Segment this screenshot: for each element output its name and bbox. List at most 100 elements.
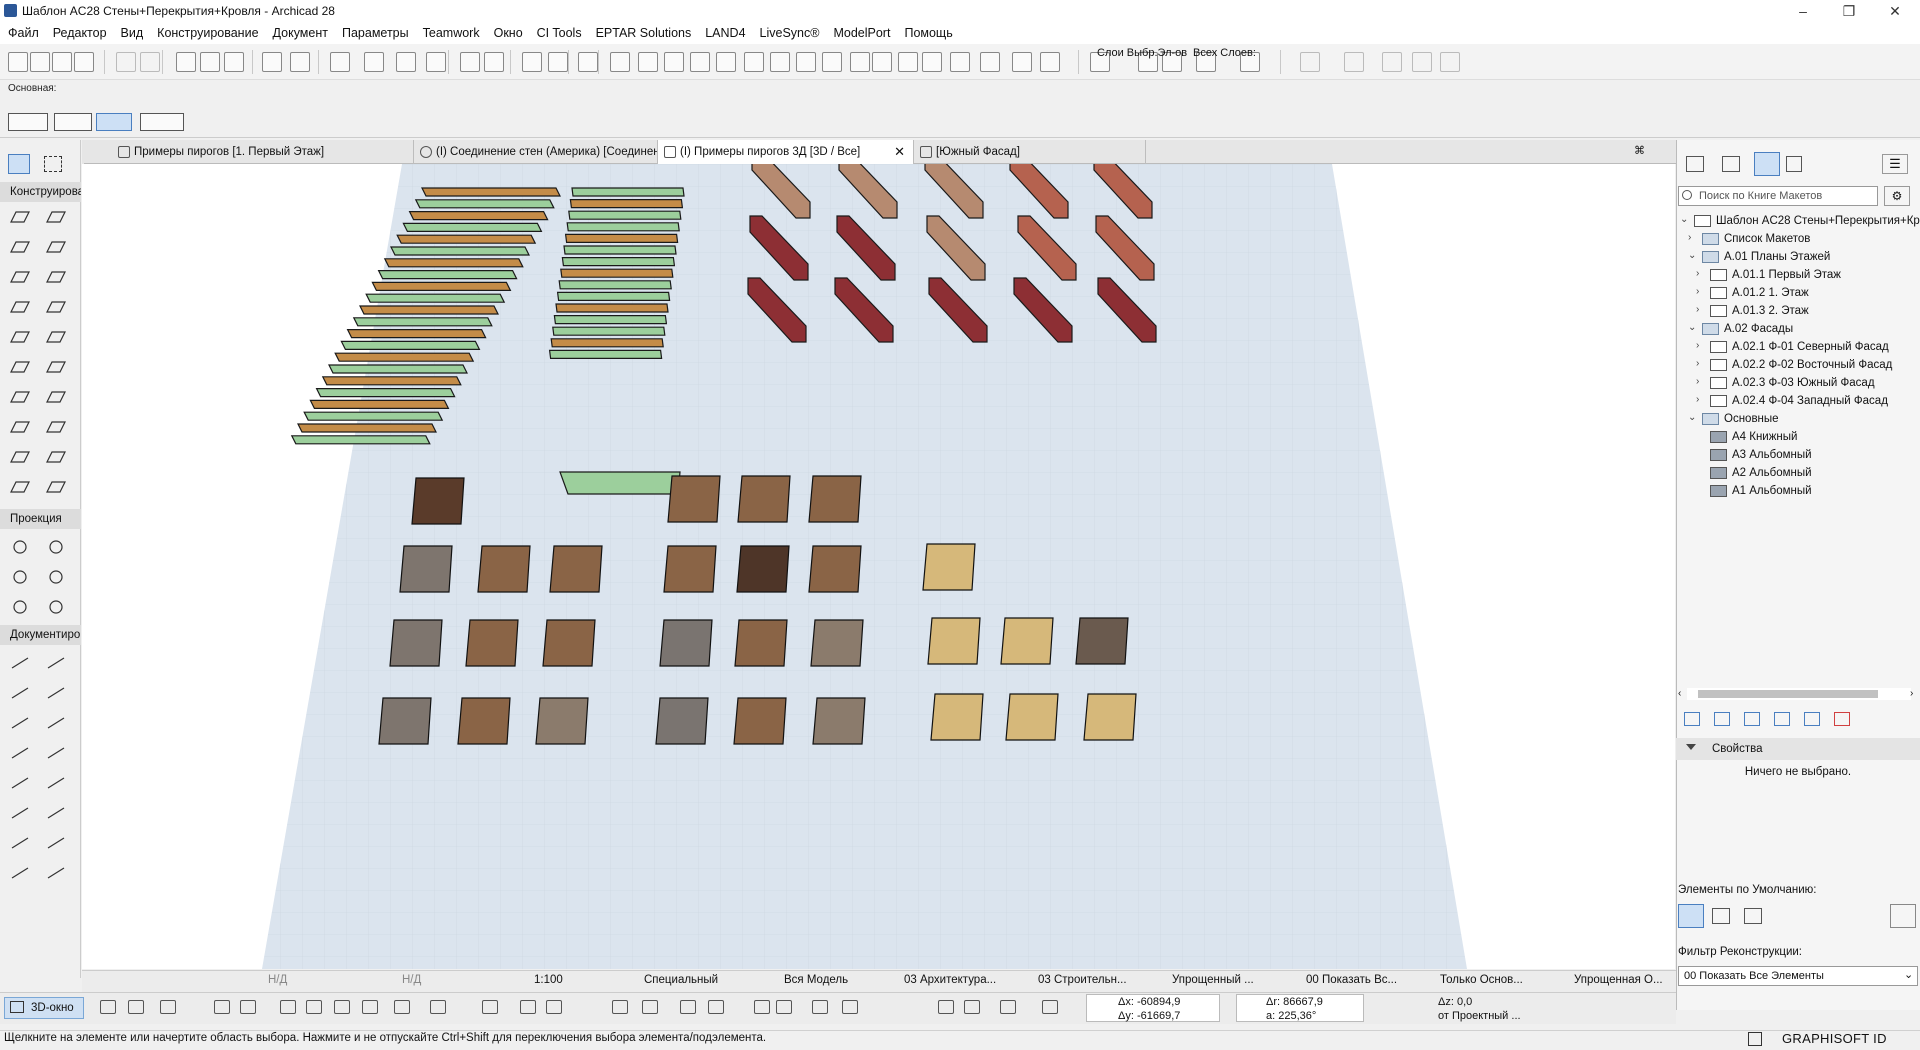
bottom-tool-button-3[interactable] xyxy=(214,1000,230,1014)
toolbar-button-16[interactable] xyxy=(484,52,504,72)
mesh-tool-icon[interactable] xyxy=(8,446,32,468)
toolbar-button-34[interactable] xyxy=(980,52,1000,72)
tree-chevron-icon[interactable]: › xyxy=(1696,376,1699,387)
navigator-menu-icon[interactable]: ☰ xyxy=(1882,154,1908,174)
slab-layer[interactable] xyxy=(564,233,679,244)
slab-layer[interactable] xyxy=(569,198,684,209)
slab-layer[interactable] xyxy=(309,399,450,409)
slab-layer[interactable] xyxy=(396,234,537,244)
project-map-icon[interactable] xyxy=(1686,156,1704,172)
texture-tile[interactable] xyxy=(927,617,981,665)
toolbar-button-7[interactable] xyxy=(200,52,220,72)
scroll-left-icon[interactable]: ‹ xyxy=(1678,688,1681,699)
window-tool-icon[interactable] xyxy=(44,266,68,288)
railing-tool-icon[interactable] xyxy=(44,356,68,378)
toolbar-button-20[interactable] xyxy=(610,52,630,72)
toolbar-button-19[interactable] xyxy=(578,52,598,72)
toolbar-button-23[interactable] xyxy=(690,52,710,72)
pen-set-selector[interactable]: 03 Архитектура... xyxy=(904,974,996,986)
library-tool-icon[interactable] xyxy=(44,476,68,498)
toolbar-button-8[interactable] xyxy=(224,52,244,72)
wall-tool-icon[interactable] xyxy=(8,206,32,228)
tab-floor-plan[interactable]: Примеры пирогов [1. Первый Этаж] xyxy=(112,140,414,164)
minimize-button[interactable]: – xyxy=(1780,0,1826,22)
marker-tool-icon[interactable] xyxy=(8,742,32,764)
menu-livesync[interactable]: LiveSync® xyxy=(753,22,827,44)
user-icon[interactable] xyxy=(1748,1032,1762,1046)
graphisoft-id-link[interactable]: GRAPHISOFT ID xyxy=(1782,1031,1887,1046)
slab-layer[interactable] xyxy=(555,303,669,313)
skylight-tool-icon[interactable] xyxy=(8,296,32,318)
texture-tile[interactable] xyxy=(1075,617,1129,665)
texture-tile[interactable] xyxy=(659,619,713,667)
toolbar-button-22[interactable] xyxy=(664,52,684,72)
slab-layer[interactable] xyxy=(377,269,518,280)
toolbar-button-12[interactable] xyxy=(364,52,384,72)
bottom-tool-button-24[interactable] xyxy=(1000,1000,1016,1014)
toolbar-button-9[interactable] xyxy=(262,52,282,72)
edit-layout-icon[interactable] xyxy=(1774,712,1790,726)
tab-south-elevation[interactable]: [Южный Фасад] xyxy=(914,140,1146,164)
core-only-selector[interactable]: Только Основ... xyxy=(1440,974,1523,986)
section-tool-icon[interactable] xyxy=(8,536,32,558)
hotspot-tool-icon[interactable] xyxy=(44,832,68,854)
slab-layer[interactable] xyxy=(371,281,512,292)
view-map-icon[interactable] xyxy=(1722,156,1740,172)
toolbar-button-26[interactable] xyxy=(770,52,790,72)
toolbar-button-10[interactable] xyxy=(290,52,310,72)
layout-search-input[interactable]: Поиск по Книге Макетов xyxy=(1678,186,1878,206)
toolbar-button-18[interactable] xyxy=(548,52,568,72)
slab-layer[interactable] xyxy=(328,364,468,374)
beam-tool-icon[interactable] xyxy=(44,236,68,258)
tree-chevron-icon[interactable]: ⌄ xyxy=(1688,250,1696,261)
slab-layer[interactable] xyxy=(553,315,668,325)
toolbar-button-31[interactable] xyxy=(898,52,918,72)
menu-options[interactable]: Параметры xyxy=(335,22,416,44)
bottom-tool-button-19[interactable] xyxy=(776,1000,792,1014)
texture-tile[interactable] xyxy=(465,619,519,667)
toolbar-button-35[interactable] xyxy=(1012,52,1032,72)
bottom-tool-button-15[interactable] xyxy=(642,1000,658,1014)
publisher-sets-icon[interactable] xyxy=(1786,156,1802,172)
3d-document-tool-icon[interactable] xyxy=(44,596,68,618)
layout-book-icon[interactable] xyxy=(1754,152,1780,176)
bottom-tool-button-22[interactable] xyxy=(938,1000,954,1014)
slab-layer[interactable] xyxy=(334,352,475,362)
roof-tool-icon[interactable] xyxy=(8,326,32,348)
angle-dimension-tool-icon[interactable] xyxy=(44,682,68,704)
marquee-tool-icon[interactable] xyxy=(44,156,62,172)
maximize-button[interactable]: ❐ xyxy=(1826,0,1872,22)
slab-layer[interactable] xyxy=(365,293,506,303)
fill-tool-icon[interactable] xyxy=(44,742,68,764)
texture-tile[interactable] xyxy=(399,545,453,593)
slab-base[interactable] xyxy=(559,471,681,495)
texture-tile[interactable] xyxy=(457,697,511,745)
gear-icon[interactable]: ⚙ xyxy=(1884,186,1910,206)
curtain-wall-tool-icon[interactable] xyxy=(8,386,32,408)
default-wall-icon[interactable] xyxy=(1678,904,1704,928)
bottom-tool-button-6[interactable] xyxy=(306,1000,322,1014)
3d-viewport[interactable] xyxy=(82,164,1675,969)
worksheet-tool-icon[interactable] xyxy=(44,566,68,588)
menu-modelport[interactable]: ModelPort xyxy=(826,22,897,44)
shell-tool-icon[interactable] xyxy=(44,326,68,348)
slab-layer[interactable] xyxy=(556,291,671,301)
slab-layer[interactable] xyxy=(297,423,437,433)
interior-elevation-tool-icon[interactable] xyxy=(8,566,32,588)
settings-transfer-icon[interactable] xyxy=(1890,904,1916,928)
renovation-selector[interactable]: 00 Показать Вс... xyxy=(1306,974,1397,986)
default-dimension-icon[interactable] xyxy=(1744,908,1762,924)
update-icon[interactable] xyxy=(1804,712,1820,726)
bottom-tool-button-10[interactable] xyxy=(430,1000,446,1014)
toolbox-section-design[interactable]: Конструирование xyxy=(0,182,81,202)
bottom-tool-button-21[interactable] xyxy=(842,1000,858,1014)
slab-layer[interactable] xyxy=(561,256,676,267)
toolbar-button-36[interactable] xyxy=(1040,52,1060,72)
menu-file[interactable]: Файл xyxy=(1,22,46,44)
toolbar-button-17[interactable] xyxy=(522,52,542,72)
tree-chevron-icon[interactable]: ⌄ xyxy=(1688,322,1696,333)
texture-tile[interactable] xyxy=(737,475,791,523)
slab-layer[interactable] xyxy=(352,317,493,327)
figure-tool-icon[interactable] xyxy=(8,862,32,884)
display-mode-selector[interactable]: Упрощенный ... xyxy=(1172,974,1254,986)
